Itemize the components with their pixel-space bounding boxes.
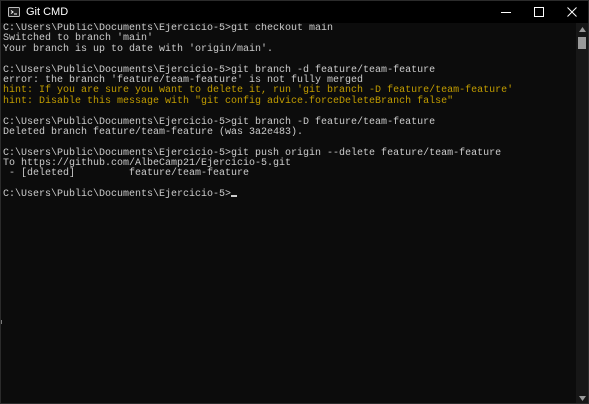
console-line: hint: Disable this message with "git con…	[3, 95, 576, 107]
console-line: - [deleted] feature/team-feature	[3, 169, 576, 179]
console-line: Deleted branch feature/team-feature (was…	[3, 126, 576, 138]
console-line-text: Switched to branch 'main'	[3, 33, 154, 45]
console-line-text: C:\Users\Public\Documents\Ejercicio-5>	[3, 189, 232, 201]
text-cursor	[231, 195, 238, 198]
console-line-text: C:\Users\Public\Documents\Ejercicio-5>gi…	[3, 64, 436, 76]
console-line-text: C:\Users\Public\Documents\Ejercicio-5>gi…	[3, 116, 436, 128]
console-line-text: Your branch is up to date with 'origin/m…	[3, 43, 274, 55]
console-line-text: hint: If you are sure you want to delete…	[3, 85, 514, 97]
console-line-text: hint: Disable this message with "git con…	[3, 95, 454, 107]
window-controls	[489, 1, 588, 23]
close-button[interactable]	[555, 1, 588, 23]
minimize-icon	[500, 12, 511, 13]
console-line: Your branch is up to date with 'origin/m…	[3, 43, 576, 55]
maximize-button[interactable]	[522, 1, 555, 23]
git-cmd-icon	[8, 6, 20, 18]
console-line-text: - [deleted] feature/team-feature	[3, 168, 250, 180]
console-line: C:\Users\Public\Documents\Ejercicio-5>	[3, 190, 576, 200]
chevron-down-icon	[578, 395, 586, 401]
scroll-up-button[interactable]	[576, 23, 588, 35]
close-icon	[566, 7, 577, 17]
scroll-thumb[interactable]	[578, 37, 586, 49]
left-edge-marker	[1, 320, 2, 324]
console-line-text: Deleted branch feature/team-feature (was…	[3, 126, 304, 138]
chevron-up-icon	[578, 26, 586, 32]
window-title: Git CMD	[26, 6, 69, 18]
git-cmd-window: Git CMD C:\Users\Public\Documents\Ejerci…	[0, 0, 589, 404]
maximize-icon	[533, 7, 544, 17]
title-bar[interactable]: Git CMD	[1, 1, 588, 23]
console-output[interactable]: C:\Users\Public\Documents\Ejercicio-5>gi…	[1, 23, 576, 403]
scroll-down-button[interactable]	[576, 392, 588, 403]
vertical-scrollbar[interactable]	[576, 23, 588, 403]
minimize-button[interactable]	[489, 1, 522, 23]
